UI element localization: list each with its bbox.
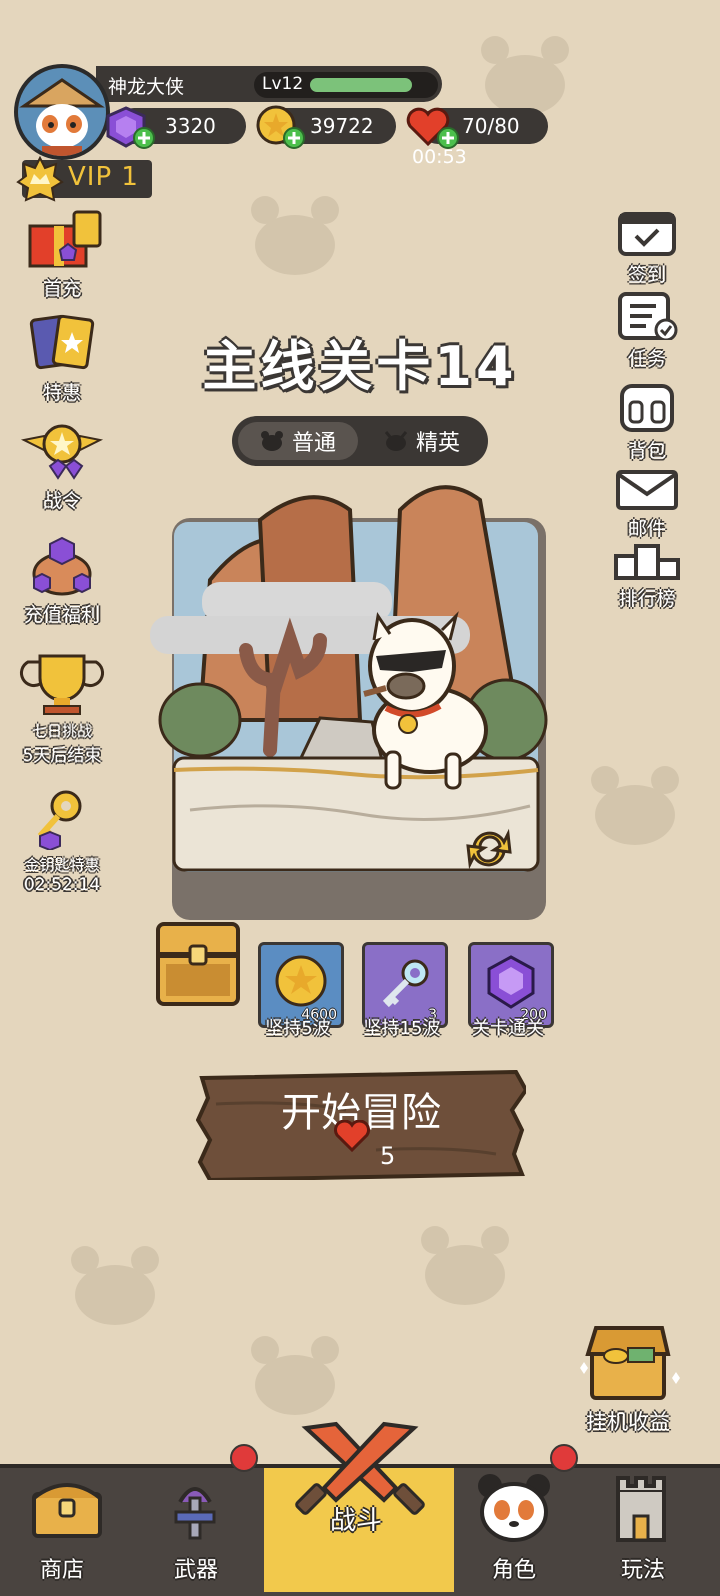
heart-icon: [334, 1120, 370, 1152]
reward-label: 坚持5波: [265, 1018, 331, 1039]
mail-button[interactable]: 邮件: [612, 470, 682, 540]
menu-label: 邮件: [627, 518, 666, 540]
stage-title: 主线关卡14: [202, 335, 518, 398]
gem-add-icon[interactable]: [104, 104, 156, 150]
leaderboard-button[interactable]: 排行榜: [606, 542, 688, 610]
nav-label: 玩法: [620, 1558, 665, 1583]
menu-label: 充值福利: [23, 604, 100, 626]
trophy-icon: [19, 654, 105, 715]
battle-pass-button[interactable]: 战令: [14, 422, 110, 512]
paw-bg-icon: [591, 766, 679, 845]
player-level: Lv12: [262, 74, 304, 94]
player-avatar[interactable]: [14, 64, 110, 160]
player-name: 神龙大侠: [108, 76, 185, 98]
level-progress-fill: [310, 78, 412, 92]
refresh-icon[interactable]: [462, 824, 516, 874]
seven-day-challenge-button[interactable]: 七日挑战 5天后结束: [4, 648, 120, 766]
golden-key-icon: [37, 790, 82, 852]
mode-elite-tab[interactable]: 精英: [362, 422, 482, 460]
nav-label: 武器: [173, 1558, 218, 1583]
gem-pouch-icon: [32, 536, 92, 596]
mode-label: 精英: [415, 431, 460, 456]
panda-face-icon: [478, 1474, 550, 1542]
stamina-amount: 70/80: [462, 114, 520, 138]
nav-label: 商店: [39, 1558, 84, 1583]
character-badge: [550, 1444, 578, 1472]
menu-label: 背包: [627, 440, 666, 462]
horned-face-icon: [384, 431, 408, 451]
menu-label: 战令: [42, 490, 81, 512]
paw-bg-icon: [251, 1336, 339, 1415]
paw-bg-icon: [251, 196, 339, 275]
tab-character[interactable]: 角色: [452, 1472, 596, 1592]
nav-label: 战斗: [329, 1506, 382, 1536]
menu-label: 首充: [42, 278, 81, 300]
menu-label: 签到: [627, 264, 666, 286]
vip-crown-icon: [16, 156, 64, 202]
paw-bg-icon: [421, 1226, 509, 1305]
mode-normal-tab[interactable]: 普通: [238, 422, 358, 460]
reward-label: 关卡通关: [472, 1018, 544, 1039]
gift-box-icon: [28, 210, 102, 268]
weapon-staff-icon: [174, 1487, 216, 1540]
envelope-icon: [616, 470, 678, 510]
key-icon: [382, 959, 429, 1008]
purple-gem-icon: [487, 955, 535, 1009]
idle-earnings-button[interactable]: 挂机收益: [572, 1318, 684, 1434]
panda-face-icon: [260, 431, 283, 451]
menu-label: 金钥匙特惠: [24, 856, 100, 874]
treasure-chest-icon[interactable]: [152, 918, 244, 1010]
stamina-timer: 00:53: [412, 146, 467, 168]
shop-chest-icon: [32, 1483, 102, 1538]
calendar-icon: [618, 212, 676, 256]
countdown-label: 02:52:14: [23, 875, 101, 895]
countdown-label: 5天后结束: [22, 746, 102, 766]
podium-icon: [614, 544, 680, 580]
vip-label: VIP 1: [68, 162, 139, 192]
nav-label: 角色: [491, 1558, 536, 1583]
first-recharge-button[interactable]: 首充: [14, 204, 110, 300]
menu-label: 排行榜: [618, 588, 676, 610]
idle-earnings-label: 挂机收益: [586, 1410, 670, 1434]
coin-add-icon[interactable]: [254, 104, 306, 150]
panda-hat-avatar-icon: [18, 68, 106, 156]
tab-shop[interactable]: 商店: [0, 1472, 144, 1592]
menu-label: 七日挑战: [31, 722, 92, 740]
recharge-bonus-button[interactable]: 充值福利: [10, 534, 114, 626]
gold-coin-icon: [275, 955, 327, 1007]
golden-key-offer-button[interactable]: 金钥匙特惠 02:52:14: [4, 786, 120, 896]
paw-bg-icon: [71, 1246, 159, 1325]
start-cost: 5: [380, 1142, 396, 1170]
reward-label: 坚持15波: [363, 1018, 441, 1039]
paw-bg-icon: [481, 36, 569, 115]
check-in-button[interactable]: 签到: [612, 208, 682, 286]
tab-gameplay[interactable]: 玩法: [578, 1472, 720, 1592]
winged-badge-icon: [20, 424, 104, 480]
heart-add-icon[interactable]: [404, 104, 460, 150]
castle-tower-icon: [616, 1476, 666, 1542]
gold-chest-icon: [580, 1326, 680, 1400]
gem-amount: 3320: [165, 114, 216, 138]
mode-label: 普通: [291, 431, 336, 456]
tab-battle[interactable]: 战斗: [276, 1418, 444, 1538]
tab-weapons[interactable]: 武器: [134, 1472, 278, 1592]
coin-amount: 39722: [310, 114, 374, 138]
weapons-badge: [230, 1444, 258, 1472]
